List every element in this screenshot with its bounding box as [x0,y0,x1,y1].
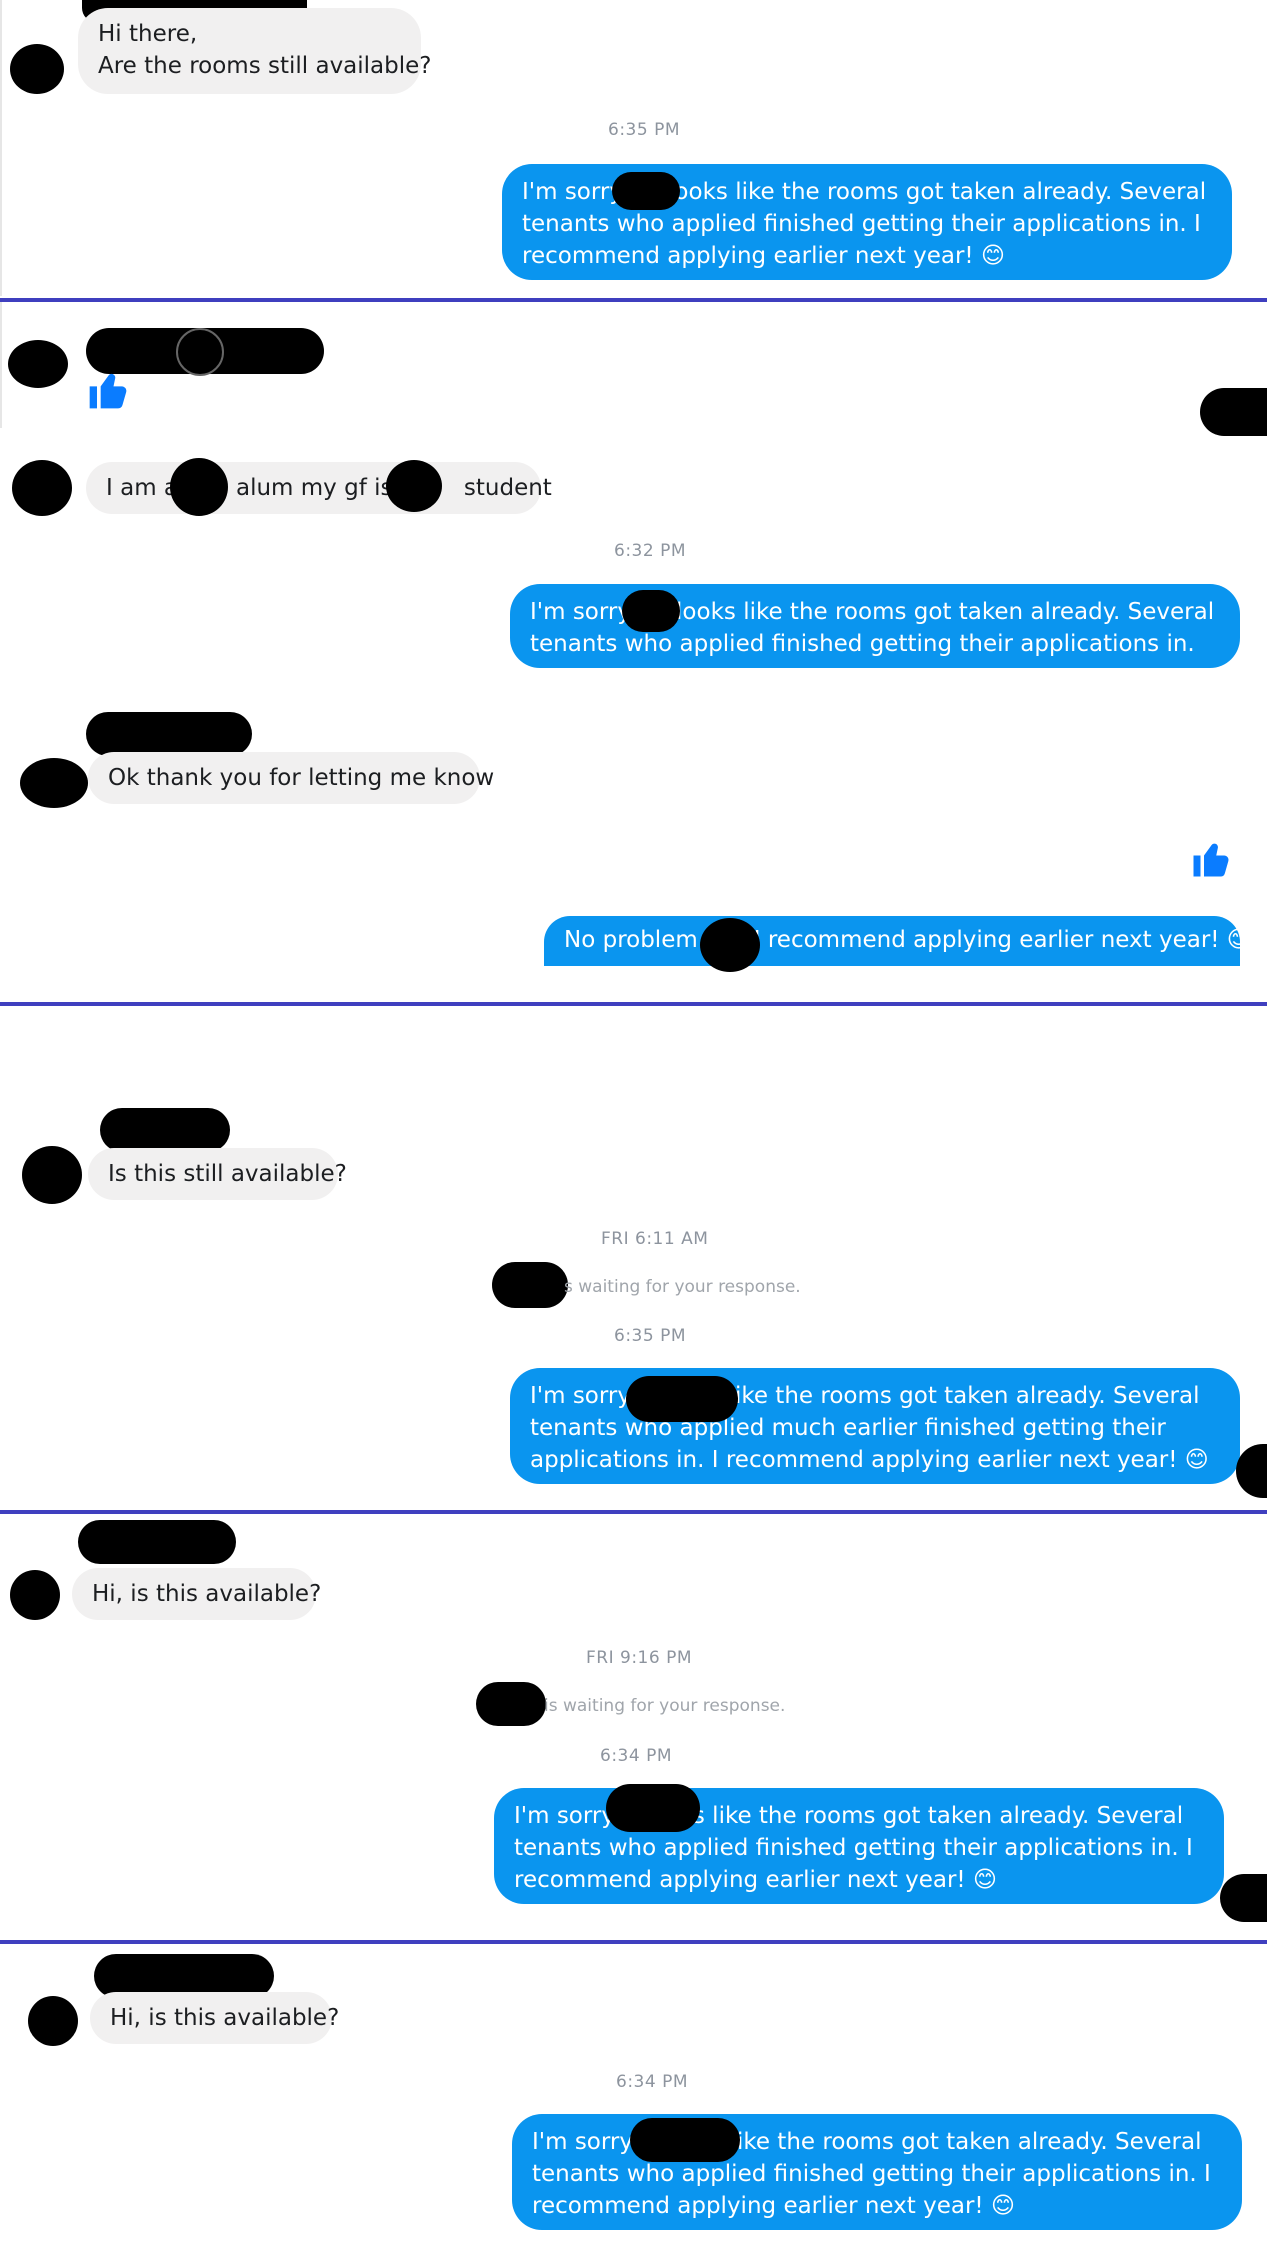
incoming-message: Hi there, Are the rooms still available? [78,8,432,94]
like-icon [86,368,130,412]
conversation-divider [0,1510,1267,1514]
redacted-name [100,1108,230,1152]
message-text: Hi, is this available? [92,1581,322,1607]
conversation-edge [0,0,2,296]
conversation-divider [0,298,1267,302]
avatar [20,758,88,808]
incoming-message: Ok thank you for letting me know [88,752,494,804]
conversation-divider [0,1940,1267,1944]
redacted-name [612,172,680,210]
redacted-name [78,1520,236,1564]
outgoing-message: I'm sorry it looks like the rooms got ta… [494,1788,1224,1904]
redacted-name [86,712,252,756]
avatar [10,44,64,94]
outgoing-message: I'm sorry It looks like the rooms got ta… [512,2114,1242,2230]
waiting-notice: s waiting for your response. [564,1277,801,1297]
avatar [1200,388,1267,436]
timestamp: 6:35 PM [608,120,680,140]
timestamp: 6:32 PM [614,541,686,561]
avatar [28,1996,78,2046]
like-icon [1190,838,1232,880]
incoming-message: I am a alum my gf is a student [86,462,552,514]
message-text: No problem [564,927,698,953]
redacted-name [476,1682,546,1726]
outgoing-message: No problem I recommend applying earlier n… [544,916,1251,966]
incoming-message: Is this still available? [88,1148,347,1200]
outgoing-message: I'm sorry . It looks like the rooms got … [510,584,1240,668]
redacted-name [630,2118,740,2162]
conversation-edge [0,302,2,428]
redacted-name [626,1376,738,1422]
message-text: student [463,475,552,501]
waiting-notice: is waiting for your response. [544,1696,786,1716]
message-text: I recommend applying earlier next year! … [753,927,1251,953]
timestamp: FRI 6:11 AM [601,1229,709,1249]
avatar [1220,1874,1267,1922]
timestamp: FRI 9:16 PM [586,1648,693,1668]
outgoing-message: I'm sorry It looks like the rooms got ta… [510,1368,1240,1484]
redacted-name [700,918,760,972]
redacted-name [606,1784,700,1832]
timestamp: 6:34 PM [600,1746,672,1766]
redacted-school [386,460,442,512]
message-line: Hi there, [98,21,198,47]
message-text: Ok thank you for letting me know [108,765,495,791]
redacted-school [170,458,228,516]
conversation-divider [0,1002,1267,1006]
redacted-name [492,1262,568,1308]
cursor-ring [176,328,224,376]
message-text: I am a [106,475,178,501]
message-line: Are the rooms still available? [98,53,432,79]
outgoing-message: I'm sorry . It looks like the rooms got … [502,164,1232,280]
avatar [12,460,72,516]
avatar [1236,1444,1267,1498]
redacted-name [622,590,680,632]
incoming-message: Hi, is this available? [90,1992,339,2044]
incoming-message: Hi, is this available? [72,1568,321,1620]
avatar [10,1570,60,1620]
message-text: Hi, is this available? [110,2005,340,2031]
message-text: Is this still available? [108,1161,347,1187]
avatar [22,1146,82,1204]
timestamp: 6:34 PM [616,2072,688,2092]
timestamp: 6:35 PM [614,1326,686,1346]
avatar [8,340,68,388]
